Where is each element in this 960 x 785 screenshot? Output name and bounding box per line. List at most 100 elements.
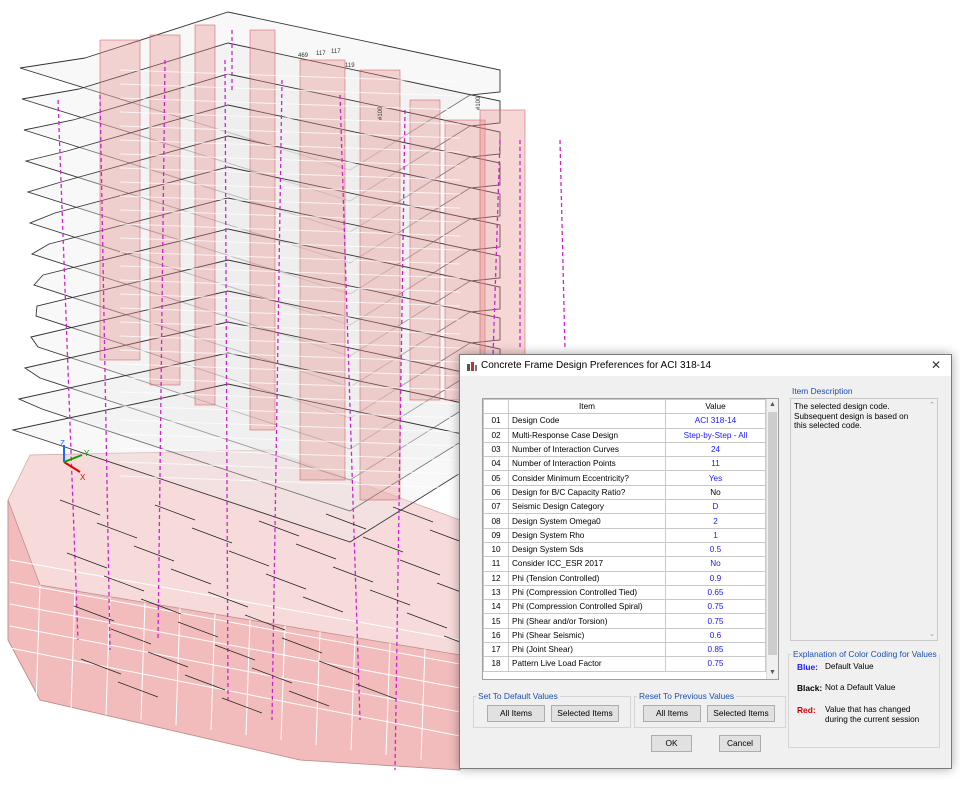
- chevron-up-icon[interactable]: ⌃: [927, 401, 937, 409]
- table-row[interactable]: 16 Phi (Shear Seismic) 0.6: [483, 627, 766, 644]
- row-value[interactable]: 0.5: [665, 541, 766, 558]
- cancel-button[interactable]: Cancel: [719, 735, 761, 752]
- default-selected-items-button[interactable]: Selected Items: [551, 705, 619, 722]
- header-num: [483, 398, 509, 415]
- row-value[interactable]: 0.75: [665, 613, 766, 629]
- scroll-up-icon[interactable]: ▲: [767, 399, 778, 411]
- row-number: 07: [483, 499, 509, 515]
- row-item: Design Code: [508, 413, 666, 429]
- row-value[interactable]: Step-by-Step - All: [665, 427, 766, 443]
- table-row[interactable]: 01 Design Code ACI 318-14: [483, 413, 766, 429]
- row-value[interactable]: 1: [665, 527, 766, 543]
- header-value: Value: [665, 398, 766, 415]
- model-tag: 117: [331, 49, 341, 55]
- row-value[interactable]: No: [665, 484, 766, 501]
- row-value[interactable]: 0.65: [665, 584, 766, 601]
- table-row[interactable]: 10 Design System Sds 0.5: [483, 541, 766, 558]
- row-value[interactable]: No: [665, 556, 766, 572]
- table-row[interactable]: 12 Phi (Tension Controlled) 0.9: [483, 570, 766, 586]
- row-value[interactable]: 2: [665, 513, 766, 529]
- row-item: Design for B/C Capacity Ratio?: [508, 484, 666, 501]
- table-row[interactable]: 08 Design System Omega0 2: [483, 513, 766, 529]
- table-body: 01 Design Code ACI 318-14 02 Multi-Response …: [483, 413, 766, 672]
- axis-label-y: Y: [84, 449, 90, 458]
- table-row[interactable]: 03 Number of Interaction Curves 24: [483, 441, 766, 458]
- row-item: Seismic Design Category: [508, 499, 666, 515]
- row-item: Phi (Shear and/or Torsion): [508, 613, 666, 629]
- wall-panel: [299, 59, 346, 481]
- row-value[interactable]: Yes: [665, 470, 766, 486]
- row-number: 09: [483, 527, 509, 543]
- row-value[interactable]: 24: [665, 441, 766, 458]
- row-number: 17: [483, 642, 509, 658]
- row-number: 11: [483, 556, 509, 572]
- row-number: 04: [483, 456, 509, 472]
- table-row[interactable]: 13 Phi (Compression Controlled Tied) 0.65: [483, 584, 766, 601]
- design-preferences-dialog: Concrete Frame Design Preferences for AC…: [459, 354, 952, 769]
- table-row[interactable]: 15 Phi (Shear and/or Torsion) 0.75: [483, 613, 766, 629]
- preferences-grid[interactable]: Item Value 01 Design Code ACI 318-14 02 Mult…: [482, 398, 779, 680]
- row-number: 18: [483, 656, 509, 672]
- description-scrollbar[interactable]: ⌃ ⌄: [927, 399, 937, 640]
- table-row[interactable]: 11 Consider ICC_ESR 2017 No: [483, 556, 766, 572]
- row-value[interactable]: 0.75: [665, 599, 766, 615]
- row-item: Design System Rho: [508, 527, 666, 543]
- table-row[interactable]: 05 Consider Minimum Eccentricity? Yes: [483, 470, 766, 486]
- row-number: 16: [483, 627, 509, 644]
- dialog-title: Concrete Frame Design Preferences for AC…: [481, 360, 712, 371]
- row-item: Phi (Joint Shear): [508, 642, 666, 658]
- wall-panel: [249, 29, 276, 431]
- row-number: 10: [483, 541, 509, 558]
- red-label: Red:: [797, 705, 816, 715]
- row-value[interactable]: 0.75: [665, 656, 766, 672]
- row-number: 03: [483, 441, 509, 458]
- reset-all-items-button[interactable]: All Items: [643, 705, 701, 722]
- set-default-group: Set To Default Values All Items Selected…: [473, 691, 631, 728]
- table-row[interactable]: 07 Seismic Design Category D: [483, 499, 766, 515]
- table-row[interactable]: 06 Design for B/C Capacity Ratio? No: [483, 484, 766, 501]
- item-description-text: The selected design code. Subsequent des…: [794, 402, 909, 431]
- close-icon[interactable]: ✕: [925, 357, 947, 374]
- row-item: Consider ICC_ESR 2017: [508, 556, 666, 572]
- table-row[interactable]: 14 Phi (Compression Controlled Spiral) 0.7…: [483, 599, 766, 615]
- item-description-title: Item Description: [792, 386, 853, 396]
- wall-panel: [99, 39, 141, 361]
- row-value[interactable]: 0.85: [665, 642, 766, 658]
- row-item: Phi (Shear Seismic): [508, 627, 666, 644]
- row-value[interactable]: ACI 318-14: [665, 413, 766, 429]
- row-item: Consider Minimum Eccentricity?: [508, 470, 666, 486]
- chevron-down-icon[interactable]: ⌄: [927, 630, 937, 638]
- preferences-table: Item Value 01 Design Code ACI 318-14 02 Mult…: [483, 398, 766, 672]
- wall-panel: [194, 24, 216, 406]
- grid-scrollbar[interactable]: ▲ ▼: [766, 399, 778, 679]
- row-value[interactable]: D: [665, 499, 766, 515]
- black-label: Black:: [797, 683, 823, 693]
- color-coding-title: Explanation of Color Coding for Values: [791, 649, 939, 659]
- table-row[interactable]: 02 Multi-Response Case Design Step-by-Step…: [483, 427, 766, 443]
- row-item: Number of Interaction Curves: [508, 441, 666, 458]
- scrollbar-thumb[interactable]: [768, 412, 777, 655]
- row-number: 14: [483, 599, 509, 615]
- row-number: 02: [483, 427, 509, 443]
- header-item: Item: [508, 398, 666, 415]
- row-value[interactable]: 11: [665, 456, 766, 472]
- table-row[interactable]: 04 Number of Interaction Points 11: [483, 456, 766, 472]
- table-row[interactable]: 18 Pattern Live Load Factor 0.75: [483, 656, 766, 672]
- row-value[interactable]: 0.6: [665, 627, 766, 644]
- axis-label-x: X: [80, 473, 86, 482]
- table-row[interactable]: 17 Phi (Joint Shear) 0.85: [483, 642, 766, 658]
- ok-button[interactable]: OK: [651, 735, 692, 752]
- reset-selected-items-button[interactable]: Selected Items: [707, 705, 775, 722]
- row-number: 05: [483, 470, 509, 486]
- row-item: Design System Omega0: [508, 513, 666, 529]
- row-number: 06: [483, 484, 509, 501]
- row-value[interactable]: 0.9: [665, 570, 766, 586]
- table-header-row: Item Value: [483, 398, 766, 415]
- set-default-title: Set To Default Values: [476, 691, 560, 701]
- default-all-items-button[interactable]: All Items: [487, 705, 545, 722]
- row-item: Phi (Compression Controlled Spiral): [508, 599, 666, 615]
- reset-previous-group: Reset To Previous Values All Items Selec…: [634, 691, 786, 728]
- row-number: 15: [483, 613, 509, 629]
- scroll-down-icon[interactable]: ▼: [767, 667, 778, 679]
- table-row[interactable]: 09 Design System Rho 1: [483, 527, 766, 543]
